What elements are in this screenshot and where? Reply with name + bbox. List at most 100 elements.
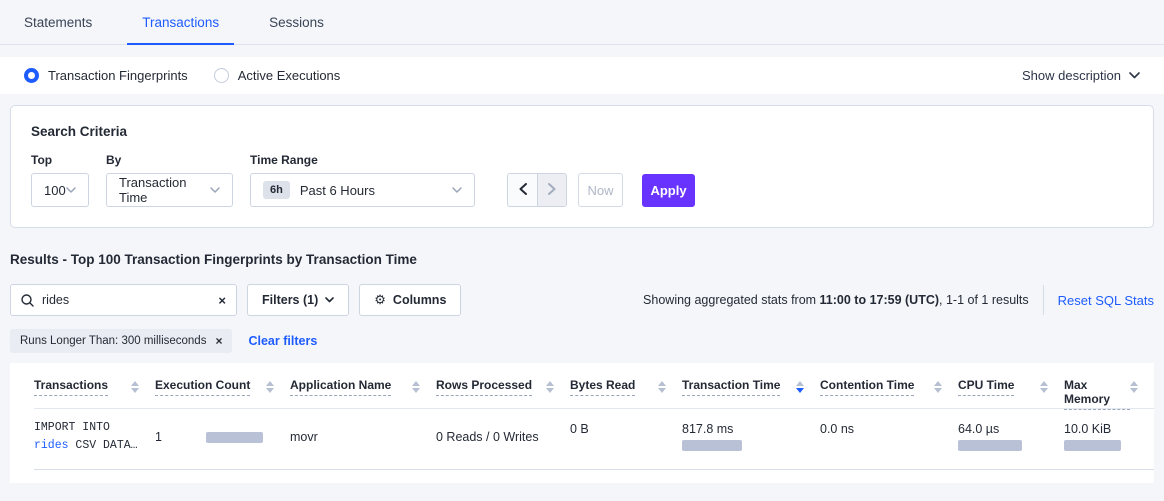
table-header-row: Transactions Execution Count Application… bbox=[34, 363, 1154, 409]
col-header-label[interactable]: Application Name bbox=[290, 378, 391, 396]
top-select-value: 100 bbox=[44, 183, 66, 198]
chevron-down-icon bbox=[66, 187, 76, 193]
time-range-label: Time Range bbox=[250, 153, 475, 167]
col-header-execution-count: Execution Count bbox=[155, 363, 290, 408]
col-header-label[interactable]: Bytes Read bbox=[570, 378, 635, 396]
search-criteria-card: Search Criteria Top 100 By Transaction T… bbox=[10, 105, 1154, 228]
col-header-transaction-time: Transaction Time bbox=[682, 363, 820, 408]
results-table: Transactions Execution Count Application… bbox=[10, 363, 1154, 483]
application-name-value: movr bbox=[290, 430, 318, 444]
cell-contention-time: 0.0 ns bbox=[820, 409, 958, 469]
results-heading: Results - Top 100 Transaction Fingerprin… bbox=[10, 252, 1154, 267]
search-clear-icon[interactable]: × bbox=[218, 294, 226, 307]
columns-button[interactable]: ⚙ Columns bbox=[359, 284, 461, 316]
col-header-label[interactable]: Rows Processed bbox=[436, 378, 532, 396]
time-range-value: Past 6 Hours bbox=[300, 183, 375, 198]
tab-transactions[interactable]: Transactions bbox=[127, 3, 234, 45]
cell-transaction-fingerprint[interactable]: IMPORT INTO rides CSV DATA… bbox=[34, 409, 155, 469]
sort-icon[interactable] bbox=[934, 381, 942, 393]
radio-unselected-icon bbox=[214, 68, 229, 83]
time-nav-group bbox=[507, 173, 567, 207]
col-header-label[interactable]: Transaction Time bbox=[682, 378, 780, 396]
time-range-field: Time Range 6h Past 6 Hours bbox=[250, 153, 475, 207]
transaction-time-value: 817.8 ms bbox=[682, 422, 804, 436]
cell-rows-processed: 0 Reads / 0 Writes bbox=[436, 409, 570, 469]
col-header-contention-time: Contention Time bbox=[820, 363, 958, 408]
col-header-application-name: Application Name bbox=[290, 363, 436, 408]
search-icon bbox=[21, 294, 34, 307]
filter-pill-label: Runs Longer Than: 300 milliseconds bbox=[20, 335, 206, 347]
col-header-label[interactable]: Contention Time bbox=[820, 378, 914, 396]
time-prev-button[interactable] bbox=[508, 174, 537, 206]
cell-max-memory: 10.0 KiB bbox=[1064, 409, 1154, 469]
reset-sql-stats-link[interactable]: Reset SQL Stats bbox=[1058, 293, 1154, 308]
results-toolbar: × Filters (1) ⚙ Columns Showing aggregat… bbox=[10, 284, 1154, 316]
gear-icon: ⚙ bbox=[374, 292, 386, 308]
cell-cpu-time: 64.0 µs bbox=[958, 409, 1064, 469]
chevron-down-icon bbox=[1129, 72, 1140, 79]
max-memory-value: 10.0 KiB bbox=[1064, 422, 1138, 436]
stats-prefix: Showing aggregated stats from bbox=[643, 293, 820, 307]
radio-transaction-fingerprints[interactable]: Transaction Fingerprints bbox=[24, 68, 188, 83]
col-header-transactions: Transactions bbox=[34, 363, 155, 408]
sort-icon[interactable] bbox=[131, 381, 139, 393]
transaction-sql-line2: rides CSV DATA… bbox=[34, 437, 139, 455]
sort-icon-active-desc[interactable] bbox=[796, 381, 804, 393]
transaction-sql-line1: IMPORT INTO bbox=[34, 419, 139, 437]
now-button[interactable]: Now bbox=[578, 173, 623, 207]
sort-icon[interactable] bbox=[658, 381, 666, 393]
chevron-down-icon bbox=[452, 187, 462, 193]
rows-processed-value: 0 Reads / 0 Writes bbox=[436, 430, 539, 444]
sort-icon[interactable] bbox=[546, 381, 554, 393]
time-next-button[interactable] bbox=[537, 174, 566, 206]
tab-statements[interactable]: Statements bbox=[9, 3, 107, 45]
top-field: Top 100 bbox=[31, 153, 89, 207]
cell-application-name: movr bbox=[290, 409, 436, 469]
show-description-toggle[interactable]: Show description bbox=[1022, 68, 1140, 83]
col-header-label[interactable]: Execution Count bbox=[155, 378, 250, 396]
show-description-label: Show description bbox=[1022, 68, 1121, 83]
chevron-down-icon bbox=[325, 297, 334, 303]
transaction-sql-rest: CSV DATA… bbox=[69, 439, 138, 452]
vertical-divider bbox=[1043, 285, 1044, 315]
transaction-link[interactable]: rides bbox=[34, 439, 69, 452]
time-range-badge: 6h bbox=[263, 181, 290, 199]
aggregated-stats-text: Showing aggregated stats from 11:00 to 1… bbox=[643, 293, 1029, 307]
filter-pill: Runs Longer Than: 300 milliseconds × bbox=[10, 329, 232, 353]
page-tabs: Statements Transactions Sessions bbox=[0, 0, 1164, 45]
chevron-right-icon bbox=[548, 183, 556, 198]
top-label: Top bbox=[31, 153, 89, 167]
col-header-max-memory: Max Memory bbox=[1064, 363, 1154, 408]
sort-icon[interactable] bbox=[1040, 381, 1048, 393]
filters-label: Filters (1) bbox=[262, 293, 318, 307]
cpu-time-value: 64.0 µs bbox=[958, 422, 1048, 436]
sort-icon[interactable] bbox=[266, 381, 274, 393]
search-input[interactable] bbox=[42, 293, 218, 307]
apply-button[interactable]: Apply bbox=[642, 174, 695, 207]
filters-button[interactable]: Filters (1) bbox=[247, 284, 349, 316]
contention-time-value: 0.0 ns bbox=[820, 422, 854, 436]
transactions-page: Statements Transactions Sessions Transac… bbox=[0, 0, 1164, 483]
col-header-bytes-read: Bytes Read bbox=[570, 363, 682, 408]
clear-filters-link[interactable]: Clear filters bbox=[248, 334, 317, 348]
by-select-value: Transaction Time bbox=[119, 175, 210, 205]
remove-filter-icon[interactable]: × bbox=[215, 335, 222, 347]
search-criteria-controls: Top 100 By Transaction Time Ti bbox=[31, 153, 1133, 207]
transaction-time-bar bbox=[682, 440, 742, 451]
tab-sessions[interactable]: Sessions bbox=[254, 3, 339, 45]
radio-label: Active Executions bbox=[238, 68, 341, 83]
col-header-label[interactable]: Max Memory bbox=[1064, 378, 1130, 410]
sort-icon[interactable] bbox=[412, 381, 420, 393]
sort-icon[interactable] bbox=[1130, 381, 1138, 393]
radio-selected-icon bbox=[24, 68, 39, 83]
execution-count-bar bbox=[206, 432, 263, 443]
top-select[interactable]: 100 bbox=[31, 173, 89, 207]
col-header-label[interactable]: CPU Time bbox=[958, 378, 1014, 396]
col-header-label[interactable]: Transactions bbox=[34, 378, 108, 396]
radio-active-executions[interactable]: Active Executions bbox=[214, 68, 341, 83]
search-criteria-title: Search Criteria bbox=[31, 124, 1133, 139]
stats-range: 11:00 to 17:59 (UTC) bbox=[820, 293, 939, 307]
view-toggle-strip: Transaction Fingerprints Active Executio… bbox=[0, 57, 1164, 94]
time-range-select[interactable]: 6h Past 6 Hours bbox=[250, 173, 475, 207]
by-select[interactable]: Transaction Time bbox=[106, 173, 233, 207]
